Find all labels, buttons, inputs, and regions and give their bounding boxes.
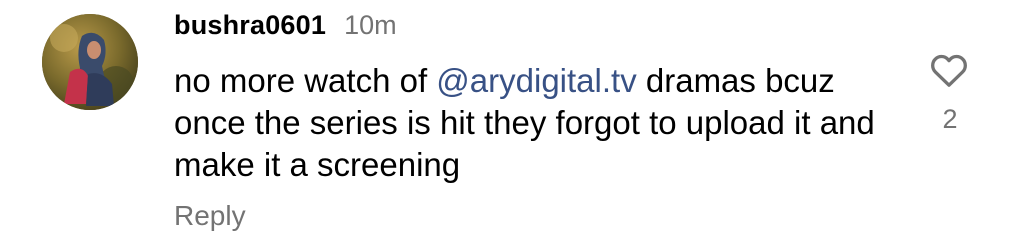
- reply-button[interactable]: Reply: [174, 200, 246, 232]
- comment-item: bushra0601 10m no more watch of @arydigi…: [0, 0, 1024, 247]
- like-count[interactable]: 2: [936, 104, 964, 135]
- username-link[interactable]: bushra0601: [174, 10, 326, 41]
- comment-text-before: no more watch of: [174, 62, 437, 99]
- timestamp[interactable]: 10m: [344, 10, 397, 41]
- comment-meta: bushra0601 10m: [174, 10, 397, 46]
- comment-text: no more watch of @arydigital.tv dramas b…: [174, 60, 894, 186]
- mention-link[interactable]: @arydigital.tv: [436, 62, 636, 99]
- avatar-image: [42, 14, 138, 110]
- avatar[interactable]: [42, 14, 138, 110]
- like-button[interactable]: [926, 48, 972, 92]
- heart-outline-icon: [931, 54, 967, 87]
